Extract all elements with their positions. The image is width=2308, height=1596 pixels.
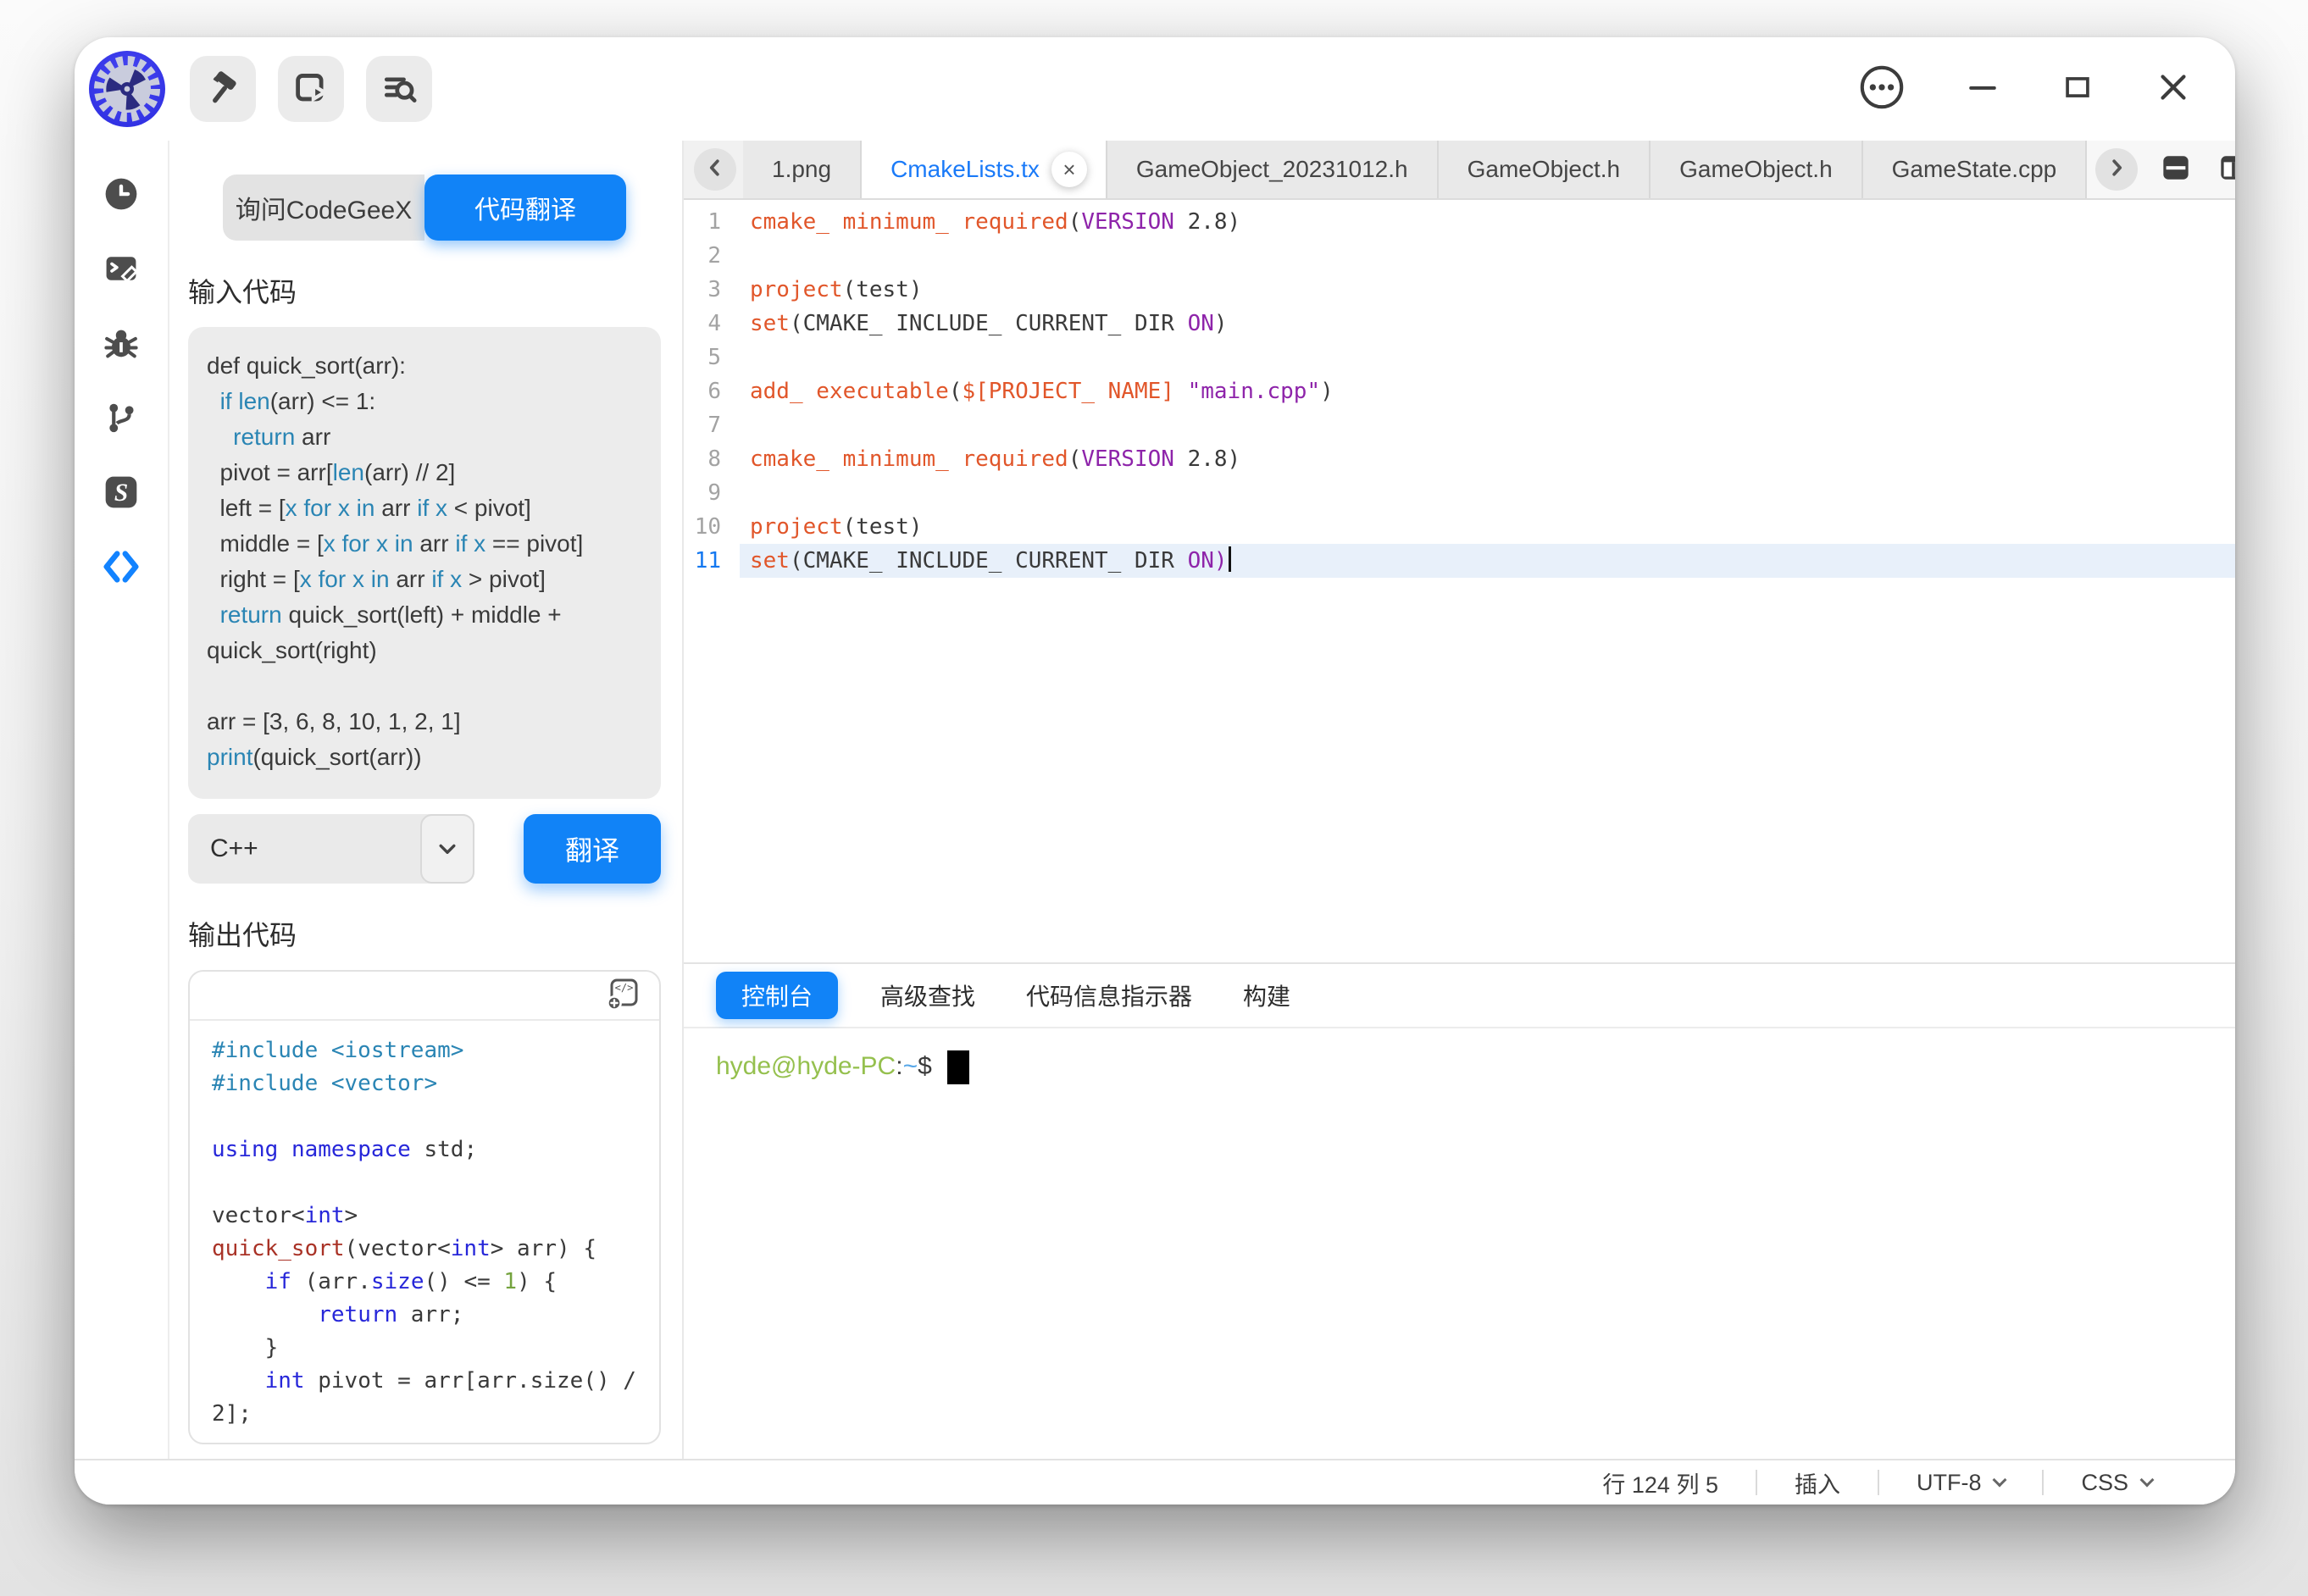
translate-button[interactable]: 翻译 xyxy=(524,814,661,884)
editor-line: 6add_ executable($[PROJECT_ NAME] "main.… xyxy=(684,374,2235,408)
codegeex-icon xyxy=(102,547,141,590)
svg-text:S: S xyxy=(114,479,128,507)
hammer-icon xyxy=(204,69,241,110)
activity-bar: S xyxy=(75,141,169,1459)
console-output[interactable]: hyde@hyde-PC:~$ xyxy=(684,1028,2235,1459)
terminal-prompt-line: hyde@hyde-PC:~$ xyxy=(716,1050,2235,1084)
insert-code-icon[interactable]: </> xyxy=(605,975,642,1017)
search-button[interactable] xyxy=(366,56,432,122)
input-code-label: 输入代码 xyxy=(188,271,661,310)
titlebar xyxy=(75,37,2235,141)
run-button[interactable] xyxy=(278,56,344,122)
status-item[interactable]: 插入 xyxy=(1757,1466,1878,1499)
bottom-panel-tabbar: 控制台 高级查找 代码信息指示器 构建 xyxy=(684,962,2235,1028)
maximize-icon xyxy=(2059,69,2096,110)
terminal-prompt: hyde@hyde-PC:~$ xyxy=(716,1052,932,1080)
codegeex-mode-toggle: 询问CodeGeeX代码翻译 xyxy=(223,175,626,241)
file-tab[interactable]: CmakeLists.tx× xyxy=(862,141,1107,198)
output-code-content[interactable]: #include <iostream>#include <vector> usi… xyxy=(190,1021,659,1443)
close-button[interactable] xyxy=(2154,68,2193,111)
editor-line: 2 xyxy=(684,239,2235,273)
file-tab[interactable]: GameState.cpp xyxy=(1863,141,2088,198)
editor-caret xyxy=(1229,546,1231,572)
file-tab[interactable]: 1.png xyxy=(743,141,862,198)
chevron-down-icon xyxy=(2140,1473,2155,1488)
status-item[interactable]: CSS xyxy=(2044,1470,2189,1496)
sidebar-item-terminal[interactable] xyxy=(102,251,141,290)
bottom-panel-tab[interactable]: 控制台 xyxy=(716,972,838,1019)
editor-line: 10project(test) xyxy=(684,510,2235,544)
split-vertical-icon xyxy=(2215,149,2235,191)
file-tab[interactable]: GameObject.h xyxy=(1439,141,1651,198)
s-logo-icon: S xyxy=(103,474,140,515)
close-icon xyxy=(2154,68,2193,111)
sidebar-item-codegeex[interactable] xyxy=(102,549,141,588)
app-logo-icon xyxy=(86,48,168,130)
sidebar-item-debug[interactable] xyxy=(102,325,141,364)
main-area: S 询问CodeGeeX代码翻译 输入代码 def quick_sort(arr… xyxy=(75,141,2235,1459)
bottom-panel-tab[interactable]: 构建 xyxy=(1243,978,1290,1012)
file-tabs: 1.pngCmakeLists.tx×GameObject_20231012.h… xyxy=(743,141,2087,198)
editor-line: 9 xyxy=(684,476,2235,510)
chevron-right-icon xyxy=(2102,153,2131,186)
editor-region: 1.pngCmakeLists.tx×GameObject_20231012.h… xyxy=(684,141,2235,1459)
run-preview-icon xyxy=(292,69,330,110)
output-code-box: </> #include <iostream>#include <vector>… xyxy=(188,970,661,1444)
tabbar-controls xyxy=(2087,141,2235,198)
bottom-panel-tab[interactable]: 高级查找 xyxy=(880,978,975,1012)
tab-close-icon[interactable]: × xyxy=(1051,152,1087,187)
codegeex-tab[interactable]: 代码翻译 xyxy=(424,175,626,241)
app-window: S 询问CodeGeeX代码翻译 输入代码 def quick_sort(arr… xyxy=(75,37,2235,1505)
chevron-left-icon xyxy=(701,153,730,186)
tabs-scroll-right-button[interactable] xyxy=(2095,148,2138,191)
file-tab[interactable]: GameObject_20231012.h xyxy=(1107,141,1439,198)
bottom-panel-tab[interactable]: 代码信息指示器 xyxy=(1026,978,1192,1012)
code-editor[interactable]: 1cmake_ minimum_ required(VERSION 2.8)23… xyxy=(684,200,2235,962)
sidebar-item-s-tool[interactable]: S xyxy=(102,474,141,513)
codegeex-tab[interactable]: 询问CodeGeeX xyxy=(223,175,424,241)
editor-line: 4set(CMAKE_ INCLUDE_ CURRENT_ DIR ON) xyxy=(684,307,2235,341)
language-select-value: C++ xyxy=(210,834,258,863)
output-box-header: </> xyxy=(190,972,659,1021)
editor-tabbar: 1.pngCmakeLists.tx×GameObject_20231012.h… xyxy=(684,141,2235,200)
debug-bug-icon xyxy=(103,324,140,366)
editor-line: 3project(test) xyxy=(684,273,2235,307)
terminal-edit-icon xyxy=(103,250,140,291)
more-options-button[interactable] xyxy=(1857,63,1906,116)
editor-line: 11set(CMAKE_ INCLUDE_ CURRENT_ DIR ON) xyxy=(684,544,2235,578)
minimize-button[interactable] xyxy=(1964,69,2001,110)
chevron-down-icon[interactable] xyxy=(420,814,474,884)
editor-line: 5 xyxy=(684,341,2235,374)
editor-line: 7 xyxy=(684,408,2235,442)
build-button[interactable] xyxy=(190,56,256,122)
output-code-label: 输出代码 xyxy=(188,914,661,953)
split-horizontal-icon xyxy=(2157,149,2194,191)
git-branch-icon xyxy=(103,400,139,440)
codegeex-panel: 询问CodeGeeX代码翻译 输入代码 def quick_sort(arr):… xyxy=(169,141,684,1459)
language-select[interactable]: C++ xyxy=(188,814,474,884)
bottom-tabs: 控制台 高级查找 代码信息指示器 构建 xyxy=(716,972,1341,1019)
split-horizontal-button[interactable] xyxy=(2156,150,2195,189)
sidebar-item-history[interactable] xyxy=(102,176,141,215)
status-bar: 行 124 列 5插入UTF-8CSS xyxy=(75,1459,2235,1505)
split-vertical-button[interactable] xyxy=(2214,150,2235,189)
chevron-down-icon xyxy=(1993,1473,2007,1488)
history-clock-icon xyxy=(103,176,139,216)
status-item[interactable]: 行 124 列 5 xyxy=(1565,1466,1756,1499)
maximize-button[interactable] xyxy=(2059,69,2096,110)
sidebar-item-git[interactable] xyxy=(102,400,141,439)
status-item[interactable]: UTF-8 xyxy=(1879,1470,2043,1496)
editor-line: 1cmake_ minimum_ required(VERSION 2.8) xyxy=(684,205,2235,239)
translate-controls: C++ 翻译 xyxy=(188,814,661,884)
tabs-scroll-left-button[interactable] xyxy=(694,148,736,191)
more-options-icon xyxy=(1857,63,1906,116)
minimize-icon xyxy=(1964,69,2001,110)
editor-line: 8cmake_ minimum_ required(VERSION 2.8) xyxy=(684,442,2235,476)
svg-text:</>: </> xyxy=(615,982,634,994)
terminal-cursor xyxy=(947,1050,969,1084)
file-tab[interactable]: GameObject.h xyxy=(1651,141,1863,198)
input-code-box[interactable]: def quick_sort(arr): if len(arr) <= 1: r… xyxy=(188,327,661,799)
search-list-icon xyxy=(380,69,418,110)
